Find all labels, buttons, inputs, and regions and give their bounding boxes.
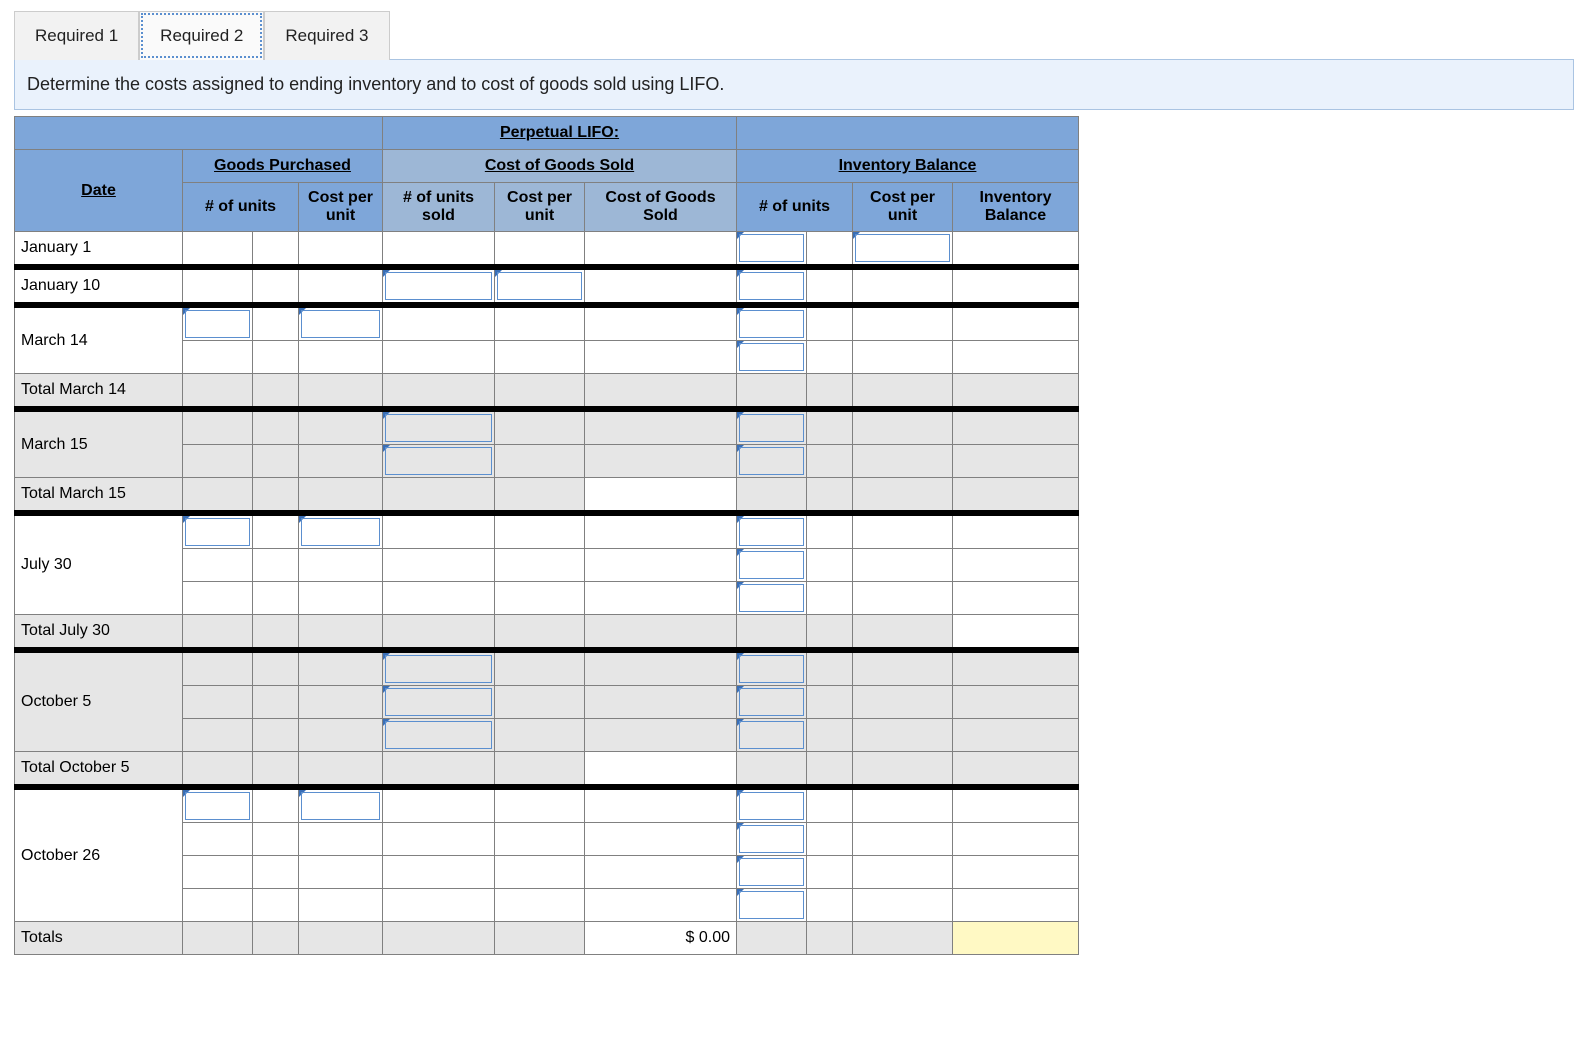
table-title: Perpetual LIFO:: [383, 117, 737, 150]
row-label: Total October 5: [15, 752, 183, 788]
tab-row: Required 1 Required 2 Required 3: [14, 10, 1574, 59]
input-cell[interactable]: [183, 305, 253, 341]
input-cell[interactable]: [737, 823, 807, 856]
input-cell[interactable]: [737, 341, 807, 374]
input-cell[interactable]: [737, 232, 807, 268]
header-date: Date: [15, 150, 183, 232]
lifo-table: Perpetual LIFO: Date Goods Purchased Cos…: [14, 116, 1079, 955]
input-cell[interactable]: [737, 856, 807, 889]
input-cell[interactable]: [737, 305, 807, 341]
input-cell[interactable]: [737, 445, 807, 478]
row-label: January 10: [15, 267, 183, 305]
row-label: October 5: [15, 650, 183, 752]
header-inv-cpu: Cost per unit: [853, 183, 953, 232]
input-cell[interactable]: [737, 650, 807, 686]
header-goods-purchased: Goods Purchased: [183, 150, 383, 183]
input-cell[interactable]: [737, 889, 807, 922]
input-cell[interactable]: [737, 513, 807, 549]
header-inv-units: # of units: [737, 183, 853, 232]
input-cell[interactable]: [737, 719, 807, 752]
row-label: January 1: [15, 232, 183, 268]
input-cell[interactable]: [299, 305, 383, 341]
row-label: Total March 14: [15, 374, 183, 410]
input-cell[interactable]: [853, 232, 953, 268]
row-label: March 15: [15, 409, 183, 478]
header-inventory-balance: Inventory Balance: [737, 150, 1079, 183]
header-cogs-total: Cost of Goods Sold: [585, 183, 737, 232]
tab-required-1[interactable]: Required 1: [14, 11, 139, 60]
input-cell[interactable]: [737, 267, 807, 305]
header-cogs-units-sold: # of units sold: [383, 183, 495, 232]
totals-inventory-balance: [953, 922, 1079, 955]
input-cell[interactable]: [299, 787, 383, 823]
input-cell[interactable]: [737, 409, 807, 445]
input-cell[interactable]: [383, 686, 495, 719]
input-cell[interactable]: [737, 787, 807, 823]
row-label: October 26: [15, 787, 183, 922]
tab-required-3[interactable]: Required 3: [264, 11, 389, 60]
row-label: Total March 15: [15, 478, 183, 514]
input-cell[interactable]: [383, 719, 495, 752]
header-cogs: Cost of Goods Sold: [383, 150, 737, 183]
input-cell[interactable]: [737, 549, 807, 582]
input-cell[interactable]: [183, 513, 253, 549]
input-cell[interactable]: [495, 267, 585, 305]
header-inv-balance: Inventory Balance: [953, 183, 1079, 232]
header-gp-units: # of units: [183, 183, 299, 232]
input-cell[interactable]: [383, 409, 495, 445]
row-label: March 14: [15, 305, 183, 374]
input-cell[interactable]: [383, 267, 495, 305]
instruction-text: Determine the costs assigned to ending i…: [14, 59, 1574, 110]
header-gp-cpu: Cost per unit: [299, 183, 383, 232]
input-cell[interactable]: [183, 787, 253, 823]
tab-required-2[interactable]: Required 2: [139, 11, 264, 60]
totals-cogs-value: $ 0.00: [585, 922, 737, 955]
row-label: July 30: [15, 513, 183, 615]
input-cell[interactable]: [737, 686, 807, 719]
input-cell[interactable]: [383, 650, 495, 686]
input-cell[interactable]: [299, 513, 383, 549]
row-label: Totals: [15, 922, 183, 955]
header-cogs-cpu: Cost per unit: [495, 183, 585, 232]
input-cell[interactable]: [383, 445, 495, 478]
input-cell[interactable]: [737, 582, 807, 615]
row-label: Total July 30: [15, 615, 183, 651]
